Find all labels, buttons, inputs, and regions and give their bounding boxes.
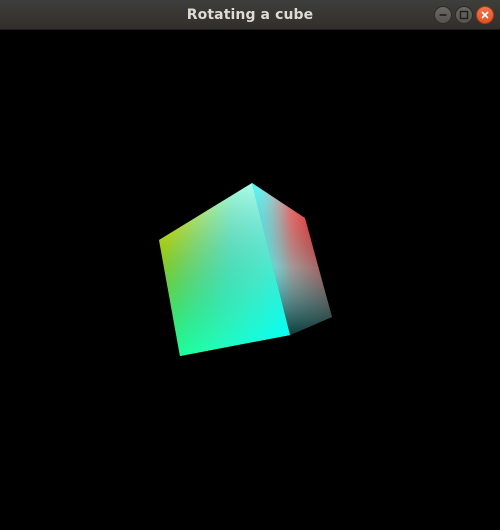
minimize-icon — [439, 14, 447, 16]
close-button[interactable] — [476, 6, 494, 24]
maximize-icon — [459, 10, 469, 20]
window-title: Rotating a cube — [186, 7, 314, 23]
close-icon — [481, 11, 489, 19]
app-window: Rotating a cube — [0, 0, 500, 530]
title-bar[interactable]: Rotating a cube — [0, 0, 500, 30]
window-controls — [434, 6, 494, 24]
minimize-button[interactable] — [434, 6, 452, 24]
rotating-cube — [159, 183, 332, 356]
render-viewport[interactable] — [0, 30, 500, 530]
maximize-button[interactable] — [455, 6, 473, 24]
